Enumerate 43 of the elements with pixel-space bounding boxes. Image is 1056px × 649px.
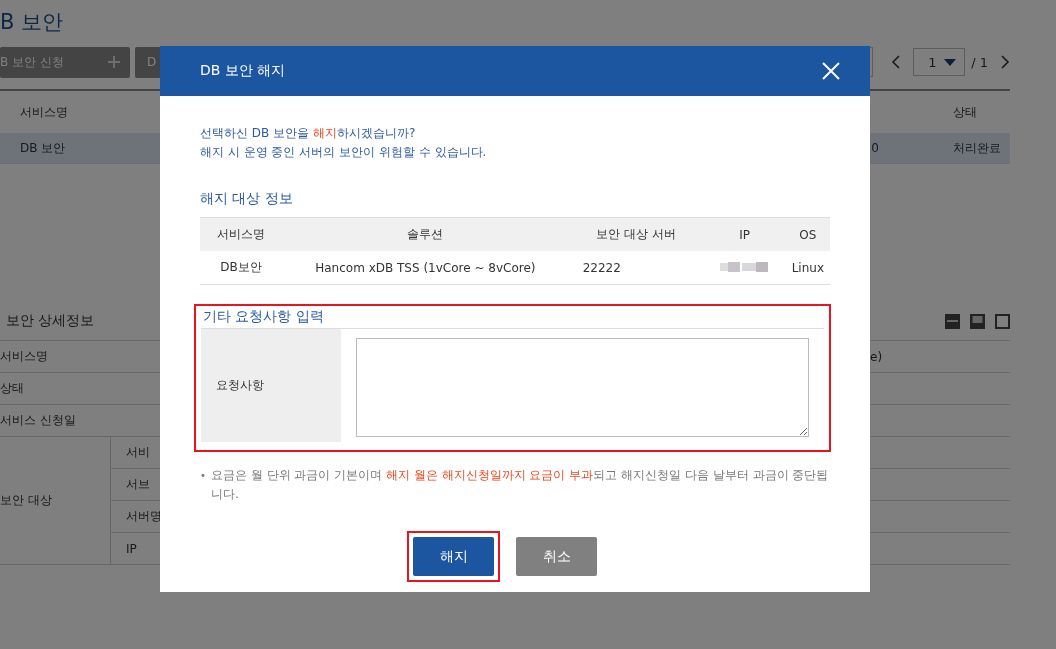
message-text: 해지 시 운영 중인 서버의 보안이 위험할 수 있습니다.	[200, 144, 488, 161]
redacted-mark	[719, 261, 770, 272]
chevron-left-icon[interactable]	[891, 55, 902, 69]
field-label: IP	[126, 541, 137, 556]
table-cell: Hancom xDB TSS (1vCore ~ 8vCore)	[282, 251, 569, 285]
field-label: 서브	[126, 476, 150, 493]
notice-text: 요금은 월 단위 과금이 기본이며 해지 월은 해지신청일까지 요금이 부과되고 해지신청일 다음 날부터 과금이 중단됩니다.	[210, 467, 830, 503]
page-total: / 1	[971, 54, 988, 70]
chevron-right-icon[interactable]	[1000, 55, 1010, 69]
field-label: 서비스 신청일	[0, 412, 77, 429]
table-cell: DB보안	[200, 251, 282, 285]
section-title: 보안 상세정보	[5, 312, 95, 330]
field-label: 요청사항	[201, 329, 341, 442]
field-label: 서버명	[126, 508, 162, 525]
column-header: IP	[703, 217, 786, 251]
page-select[interactable]: 1	[913, 48, 966, 76]
plus-icon	[108, 56, 120, 68]
field-label: 서비스명	[0, 348, 49, 365]
close-icon[interactable]	[822, 62, 840, 80]
column-header: 상태	[953, 103, 978, 121]
field-label: 서비	[126, 444, 150, 461]
column-header: OS	[785, 217, 830, 251]
field-value: e)	[870, 349, 883, 364]
column-header: 서비스명	[19, 103, 69, 121]
cancel-button[interactable]: 취소	[516, 537, 597, 576]
maximize-icon[interactable]	[995, 313, 1010, 329]
message-text: 선택하신 DB 보안을 해지하시겠습니까?	[200, 125, 417, 142]
caret-down-icon	[944, 58, 957, 66]
table-cell: 22222	[568, 251, 704, 285]
table-cell: Linux	[785, 251, 830, 285]
minimize-icon[interactable]	[945, 313, 960, 329]
bullet-mark: •	[200, 469, 206, 483]
dialog-title: DB 보안 해지	[200, 62, 286, 80]
column-header: 서비스명	[200, 217, 282, 251]
section-title: 해지 대상 정보	[200, 190, 294, 208]
panel-icon[interactable]	[970, 313, 985, 329]
page-title: B 보안	[0, 9, 65, 36]
field-label: 상태	[0, 380, 25, 397]
field-label: 보안 대상	[0, 492, 53, 509]
section-title: 기타 요청사항 입력	[202, 307, 325, 326]
column-header: 보안 대상 서버	[568, 217, 704, 251]
cancel-service-button[interactable]: 해지	[413, 537, 494, 576]
column-header: 솔루션	[282, 217, 569, 251]
